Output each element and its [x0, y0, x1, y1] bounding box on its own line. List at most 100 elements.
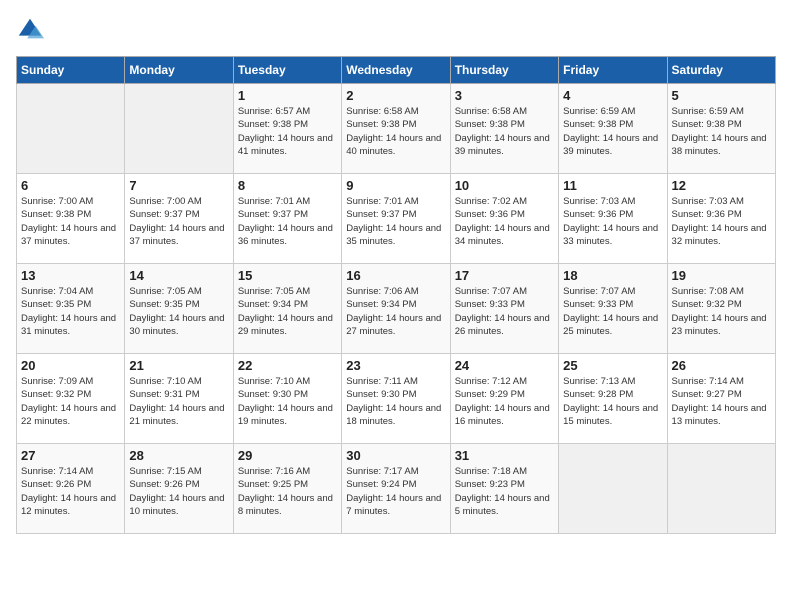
day-number: 22	[238, 358, 337, 373]
day-detail: Sunrise: 7:00 AM Sunset: 9:38 PM Dayligh…	[21, 195, 120, 248]
column-header-thursday: Thursday	[450, 57, 558, 84]
day-number: 4	[563, 88, 662, 103]
logo	[16, 16, 48, 44]
day-number: 2	[346, 88, 445, 103]
day-number: 13	[21, 268, 120, 283]
day-detail: Sunrise: 7:12 AM Sunset: 9:29 PM Dayligh…	[455, 375, 554, 428]
day-detail: Sunrise: 7:03 AM Sunset: 9:36 PM Dayligh…	[563, 195, 662, 248]
day-number: 29	[238, 448, 337, 463]
day-number: 5	[672, 88, 771, 103]
calendar-cell: 1 Sunrise: 6:57 AM Sunset: 9:38 PM Daylig…	[233, 84, 341, 174]
day-number: 14	[129, 268, 228, 283]
day-number: 10	[455, 178, 554, 193]
calendar-table: SundayMondayTuesdayWednesdayThursdayFrid…	[16, 56, 776, 534]
column-header-monday: Monday	[125, 57, 233, 84]
day-detail: Sunrise: 7:02 AM Sunset: 9:36 PM Dayligh…	[455, 195, 554, 248]
day-detail: Sunrise: 7:10 AM Sunset: 9:31 PM Dayligh…	[129, 375, 228, 428]
calendar-cell: 30 Sunrise: 7:17 AM Sunset: 9:24 PM Dayli…	[342, 444, 450, 534]
day-detail: Sunrise: 7:07 AM Sunset: 9:33 PM Dayligh…	[563, 285, 662, 338]
day-detail: Sunrise: 7:08 AM Sunset: 9:32 PM Dayligh…	[672, 285, 771, 338]
calendar-cell: 9Sunrise: 7:01 AM Sunset: 9:37 PM Daylig…	[342, 174, 450, 264]
day-number: 30	[346, 448, 445, 463]
calendar-cell: 7 Sunrise: 7:00 AM Sunset: 9:37 PM Daylig…	[125, 174, 233, 264]
day-number: 27	[21, 448, 120, 463]
column-header-tuesday: Tuesday	[233, 57, 341, 84]
calendar-cell: 12 Sunrise: 7:03 AM Sunset: 9:36 PM Dayli…	[667, 174, 775, 264]
day-number: 3	[455, 88, 554, 103]
calendar-week-row: 27 Sunrise: 7:14 AM Sunset: 9:26 PM Dayli…	[17, 444, 776, 534]
day-number: 15	[238, 268, 337, 283]
day-number: 11	[563, 178, 662, 193]
calendar-cell	[559, 444, 667, 534]
day-number: 21	[129, 358, 228, 373]
day-detail: Sunrise: 6:58 AM Sunset: 9:38 PM Dayligh…	[346, 105, 445, 158]
day-number: 23	[346, 358, 445, 373]
calendar-cell: 18 Sunrise: 7:07 AM Sunset: 9:33 PM Dayli…	[559, 264, 667, 354]
column-header-saturday: Saturday	[667, 57, 775, 84]
calendar-cell: 15 Sunrise: 7:05 AM Sunset: 9:34 PM Dayli…	[233, 264, 341, 354]
calendar-cell: 5 Sunrise: 6:59 AM Sunset: 9:38 PM Daylig…	[667, 84, 775, 174]
calendar-cell: 20 Sunrise: 7:09 AM Sunset: 9:32 PM Dayli…	[17, 354, 125, 444]
calendar-cell: 25Sunrise: 7:13 AM Sunset: 9:28 PM Dayli…	[559, 354, 667, 444]
calendar-cell: 26 Sunrise: 7:14 AM Sunset: 9:27 PM Dayli…	[667, 354, 775, 444]
day-number: 19	[672, 268, 771, 283]
day-detail: Sunrise: 7:03 AM Sunset: 9:36 PM Dayligh…	[672, 195, 771, 248]
day-detail: Sunrise: 7:17 AM Sunset: 9:24 PM Dayligh…	[346, 465, 445, 518]
calendar-cell	[17, 84, 125, 174]
day-detail: Sunrise: 7:05 AM Sunset: 9:34 PM Dayligh…	[238, 285, 337, 338]
day-number: 18	[563, 268, 662, 283]
day-detail: Sunrise: 7:14 AM Sunset: 9:26 PM Dayligh…	[21, 465, 120, 518]
calendar-cell: 23Sunrise: 7:11 AM Sunset: 9:30 PM Dayli…	[342, 354, 450, 444]
day-detail: Sunrise: 7:07 AM Sunset: 9:33 PM Dayligh…	[455, 285, 554, 338]
calendar-cell: 11 Sunrise: 7:03 AM Sunset: 9:36 PM Dayli…	[559, 174, 667, 264]
day-detail: Sunrise: 7:01 AM Sunset: 9:37 PM Dayligh…	[238, 195, 337, 248]
column-header-friday: Friday	[559, 57, 667, 84]
day-detail: Sunrise: 6:58 AM Sunset: 9:38 PM Dayligh…	[455, 105, 554, 158]
day-detail: Sunrise: 7:06 AM Sunset: 9:34 PM Dayligh…	[346, 285, 445, 338]
calendar-cell: 8Sunrise: 7:01 AM Sunset: 9:37 PM Daylig…	[233, 174, 341, 264]
day-detail: Sunrise: 6:59 AM Sunset: 9:38 PM Dayligh…	[563, 105, 662, 158]
calendar-week-row: 1 Sunrise: 6:57 AM Sunset: 9:38 PM Daylig…	[17, 84, 776, 174]
day-detail: Sunrise: 7:18 AM Sunset: 9:23 PM Dayligh…	[455, 465, 554, 518]
day-detail: Sunrise: 7:10 AM Sunset: 9:30 PM Dayligh…	[238, 375, 337, 428]
calendar-week-row: 6 Sunrise: 7:00 AM Sunset: 9:38 PM Daylig…	[17, 174, 776, 264]
calendar-cell: 16 Sunrise: 7:06 AM Sunset: 9:34 PM Dayli…	[342, 264, 450, 354]
calendar-cell: 10 Sunrise: 7:02 AM Sunset: 9:36 PM Dayli…	[450, 174, 558, 264]
calendar-cell: 2 Sunrise: 6:58 AM Sunset: 9:38 PM Daylig…	[342, 84, 450, 174]
day-detail: Sunrise: 7:15 AM Sunset: 9:26 PM Dayligh…	[129, 465, 228, 518]
day-number: 26	[672, 358, 771, 373]
calendar-header-row: SundayMondayTuesdayWednesdayThursdayFrid…	[17, 57, 776, 84]
day-detail: Sunrise: 6:57 AM Sunset: 9:38 PM Dayligh…	[238, 105, 337, 158]
calendar-cell: 27 Sunrise: 7:14 AM Sunset: 9:26 PM Dayli…	[17, 444, 125, 534]
calendar-cell: 4 Sunrise: 6:59 AM Sunset: 9:38 PM Daylig…	[559, 84, 667, 174]
day-number: 16	[346, 268, 445, 283]
day-number: 28	[129, 448, 228, 463]
day-number: 31	[455, 448, 554, 463]
day-number: 20	[21, 358, 120, 373]
day-detail: Sunrise: 6:59 AM Sunset: 9:38 PM Dayligh…	[672, 105, 771, 158]
column-header-sunday: Sunday	[17, 57, 125, 84]
day-detail: Sunrise: 7:09 AM Sunset: 9:32 PM Dayligh…	[21, 375, 120, 428]
calendar-cell: 19 Sunrise: 7:08 AM Sunset: 9:32 PM Dayli…	[667, 264, 775, 354]
calendar-cell: 14 Sunrise: 7:05 AM Sunset: 9:35 PM Dayli…	[125, 264, 233, 354]
day-detail: Sunrise: 7:14 AM Sunset: 9:27 PM Dayligh…	[672, 375, 771, 428]
page-header	[16, 16, 776, 44]
calendar-cell: 31 Sunrise: 7:18 AM Sunset: 9:23 PM Dayli…	[450, 444, 558, 534]
logo-icon	[16, 16, 44, 44]
calendar-cell: 28 Sunrise: 7:15 AM Sunset: 9:26 PM Dayli…	[125, 444, 233, 534]
calendar-cell: 22 Sunrise: 7:10 AM Sunset: 9:30 PM Dayli…	[233, 354, 341, 444]
day-detail: Sunrise: 7:13 AM Sunset: 9:28 PM Dayligh…	[563, 375, 662, 428]
day-number: 1	[238, 88, 337, 103]
calendar-week-row: 20 Sunrise: 7:09 AM Sunset: 9:32 PM Dayli…	[17, 354, 776, 444]
calendar-cell: 6 Sunrise: 7:00 AM Sunset: 9:38 PM Daylig…	[17, 174, 125, 264]
calendar-cell: 3 Sunrise: 6:58 AM Sunset: 9:38 PM Daylig…	[450, 84, 558, 174]
day-number: 7	[129, 178, 228, 193]
day-number: 12	[672, 178, 771, 193]
day-detail: Sunrise: 7:01 AM Sunset: 9:37 PM Dayligh…	[346, 195, 445, 248]
day-detail: Sunrise: 7:05 AM Sunset: 9:35 PM Dayligh…	[129, 285, 228, 338]
day-detail: Sunrise: 7:04 AM Sunset: 9:35 PM Dayligh…	[21, 285, 120, 338]
day-detail: Sunrise: 7:16 AM Sunset: 9:25 PM Dayligh…	[238, 465, 337, 518]
day-number: 6	[21, 178, 120, 193]
day-detail: Sunrise: 7:00 AM Sunset: 9:37 PM Dayligh…	[129, 195, 228, 248]
calendar-cell: 13 Sunrise: 7:04 AM Sunset: 9:35 PM Dayli…	[17, 264, 125, 354]
